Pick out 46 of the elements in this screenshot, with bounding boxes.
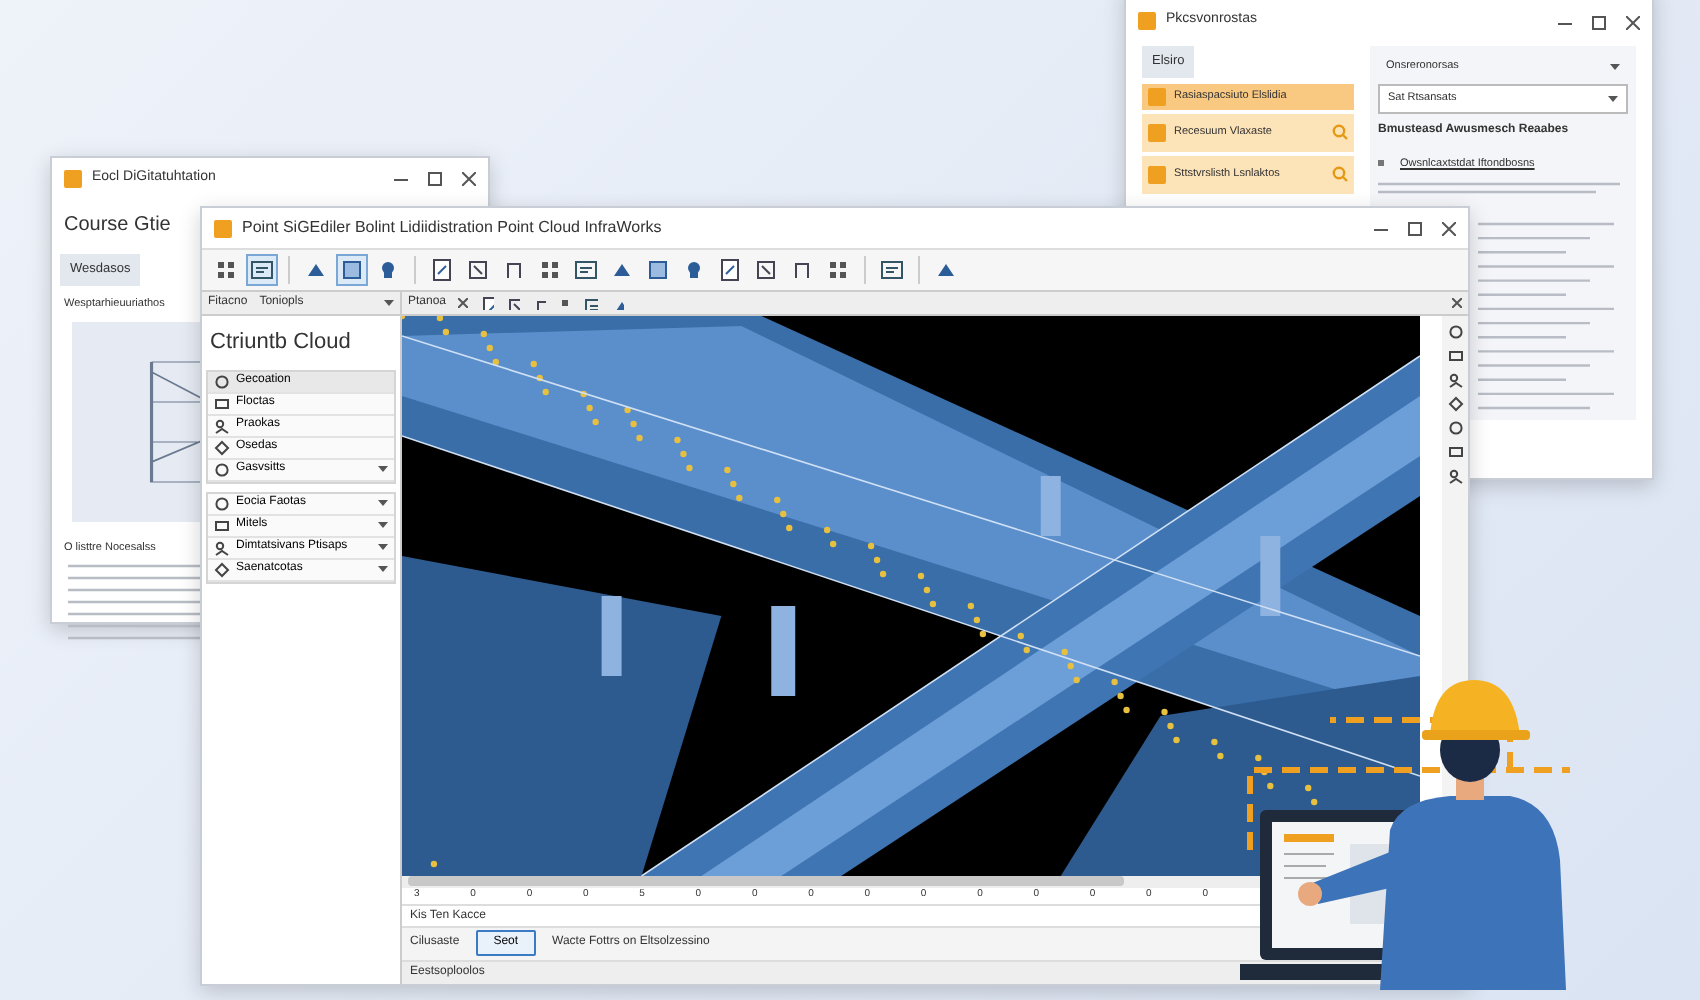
maximize-icon[interactable] [428, 171, 442, 185]
tool-icon [376, 258, 400, 282]
app-icon [64, 169, 82, 187]
item-icon [214, 539, 230, 555]
item-icon [214, 417, 230, 433]
app-icon [1138, 12, 1156, 30]
view-tool-icon[interactable] [584, 295, 599, 310]
toolbar-button[interactable] [336, 254, 368, 286]
view-tool-icon[interactable] [506, 295, 521, 310]
maximize-icon[interactable] [1592, 16, 1606, 30]
tool-icon [250, 258, 274, 282]
maximize-icon[interactable] [1408, 221, 1422, 235]
window-title: Point SiGEdiler Bolint Lidiidistration Point Cloud InfraWorks [242, 216, 662, 240]
tool-icon [340, 258, 364, 282]
close-icon[interactable] [462, 171, 476, 185]
scrollbar-thumb[interactable] [408, 876, 1125, 887]
tool-icon [538, 258, 562, 282]
tool-icon [466, 258, 490, 282]
tool-icon [646, 258, 670, 282]
app-icon [214, 219, 232, 237]
caret-icon [1608, 95, 1618, 102]
tool-icon [826, 258, 850, 282]
item-icon [1148, 165, 1166, 184]
tool-icon [880, 258, 904, 282]
tool-icon [574, 258, 598, 282]
bullet-icon [1378, 160, 1384, 167]
tool-icon [682, 258, 706, 282]
item-icon [214, 561, 230, 577]
panel-heading: Ctriuntb Cloud [208, 328, 353, 358]
tool-icon [502, 258, 526, 282]
close-icon[interactable] [1442, 221, 1456, 235]
close-icon[interactable] [1626, 16, 1640, 30]
side-tool-icon[interactable] [1447, 467, 1463, 483]
view-tool-icon[interactable] [480, 295, 495, 310]
tool-icon [214, 258, 238, 282]
caret-icon [384, 300, 394, 306]
tool-icon [430, 258, 454, 282]
caret-icon [1610, 63, 1620, 70]
close-icon[interactable] [458, 297, 469, 308]
side-tool-icon[interactable] [1447, 371, 1463, 387]
tool-icon [790, 258, 814, 282]
tool-icon [754, 258, 778, 282]
close-icon[interactable] [1452, 297, 1462, 308]
toolbar-button[interactable] [246, 254, 278, 286]
page-heading: Course Gtie [62, 212, 173, 240]
tool-icon [718, 258, 742, 282]
